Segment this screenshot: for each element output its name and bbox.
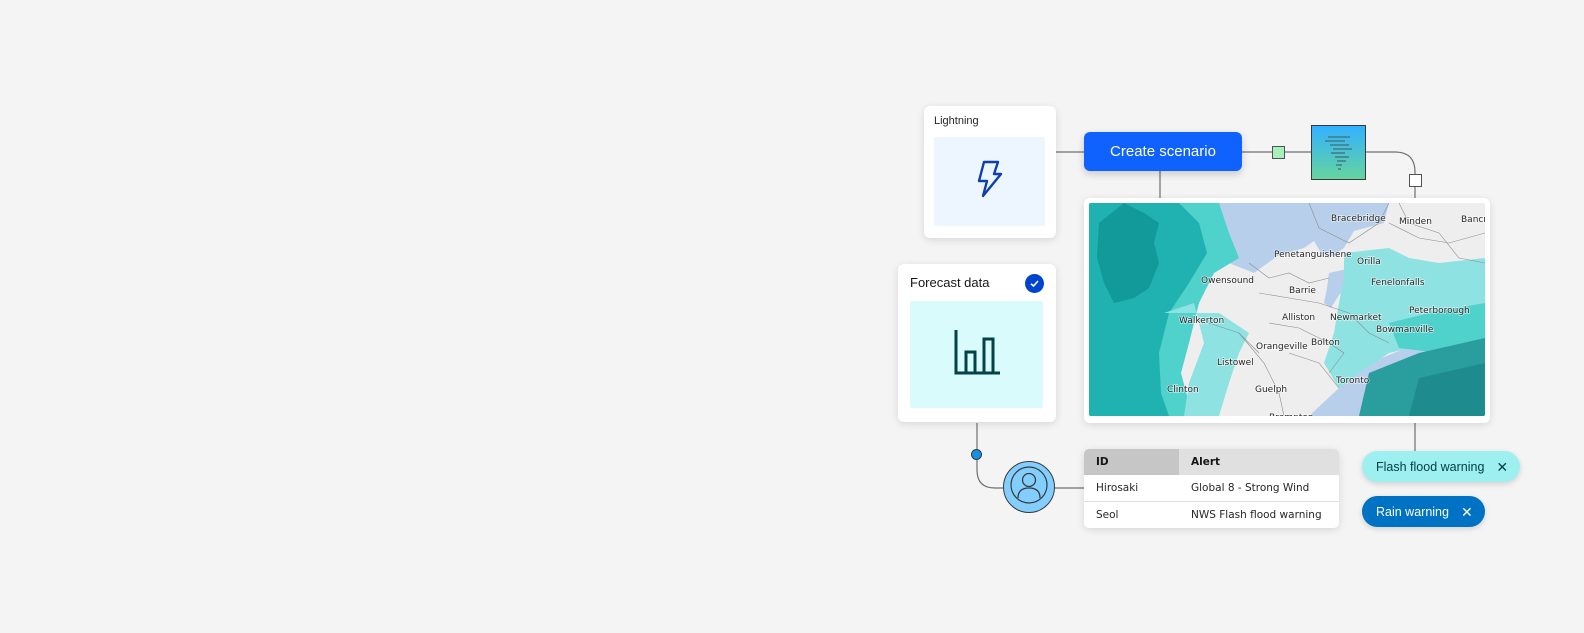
- forecast-card[interactable]: Forecast data: [898, 264, 1056, 422]
- map-label-toronto: Toronto: [1335, 376, 1370, 386]
- user-icon: [1008, 464, 1050, 511]
- avatar[interactable]: [1003, 461, 1055, 513]
- map-label-barrie: Barrie: [1289, 286, 1316, 296]
- map-label-orangeville: Orangeville: [1256, 342, 1308, 352]
- connector-square-green: [1272, 146, 1285, 159]
- map-label-guelph: Guelph: [1255, 385, 1287, 395]
- checkmark-icon: [1025, 274, 1044, 293]
- table-row[interactable]: Seol NWS Flash flood warning: [1084, 502, 1339, 529]
- table-header-row: ID Alert: [1084, 449, 1339, 475]
- map-label-orilla: Orilla: [1357, 257, 1381, 267]
- lightning-card-title: Lightning: [934, 115, 979, 127]
- tag-flash-flood-warning[interactable]: Flash flood warning ✕: [1362, 451, 1521, 482]
- column-header-id[interactable]: ID: [1084, 449, 1179, 475]
- tornado-icon: [1312, 126, 1365, 184]
- wire-tornado-to-square: [1364, 151, 1416, 174]
- lightning-icon: [975, 159, 1005, 204]
- tag-rain-warning[interactable]: Rain warning ✕: [1362, 496, 1485, 527]
- forecast-card-title: Forecast data: [910, 275, 990, 290]
- cell-id: Seol: [1096, 509, 1119, 521]
- column-header-alert[interactable]: Alert: [1179, 449, 1339, 475]
- map-label-owensound: Owensound: [1201, 276, 1254, 286]
- map-label-bolton: Bolton: [1311, 338, 1340, 348]
- bar-chart-icon: [953, 328, 1001, 381]
- tag-label: Rain warning: [1376, 504, 1449, 519]
- cell-alert: Global 8 - Strong Wind: [1179, 475, 1339, 502]
- map-label-bowmanville: Bowmanville: [1376, 325, 1434, 335]
- lightning-card[interactable]: Lightning: [924, 106, 1056, 238]
- map-label-penetanguishene: Penetanguishene: [1274, 250, 1352, 260]
- map-label-alliston: Alliston: [1282, 313, 1315, 323]
- cell-alert: NWS Flash flood warning: [1191, 509, 1322, 521]
- tag-label: Flash flood warning: [1376, 459, 1485, 474]
- weather-map[interactable]: Bracebridge Minden Bancroft Penetanguish…: [1089, 203, 1485, 416]
- map-label-clinton: Clinton: [1167, 385, 1199, 395]
- map-label-brampton: Brampton: [1269, 413, 1314, 416]
- create-scenario-button[interactable]: Create scenario: [1084, 132, 1242, 171]
- map-label-listowel: Listowel: [1217, 358, 1254, 368]
- cell-id: Hirosaki: [1084, 475, 1179, 502]
- map-label-bancroft: Bancroft: [1461, 215, 1485, 225]
- map-label-fenelonfalls: Fenelonfalls: [1371, 278, 1425, 288]
- map-label-bracebridge: Bracebridge: [1331, 214, 1386, 224]
- connector-dot: [971, 449, 982, 460]
- map-label-newmarket: Newmarket: [1330, 313, 1382, 323]
- map-label-peterborough: Peterborough: [1409, 306, 1470, 316]
- table-row[interactable]: Hirosaki Global 8 - Strong Wind: [1084, 475, 1339, 502]
- connector-square-white: [1409, 174, 1422, 187]
- close-icon[interactable]: ✕: [1496, 460, 1508, 474]
- map-label-walkerton: Walkerton: [1179, 316, 1224, 326]
- map-label-minden: Minden: [1399, 217, 1432, 227]
- weather-map-card[interactable]: Bracebridge Minden Bancroft Penetanguish…: [1084, 198, 1490, 423]
- alerts-table: ID Alert Hirosaki Global 8 - Strong Wind…: [1084, 449, 1339, 528]
- forecast-panel: [910, 301, 1043, 408]
- close-icon[interactable]: ✕: [1461, 505, 1473, 519]
- lightning-panel: [934, 137, 1045, 226]
- tornado-node[interactable]: [1311, 125, 1366, 180]
- wire-dot-to-avatar: [976, 460, 1003, 489]
